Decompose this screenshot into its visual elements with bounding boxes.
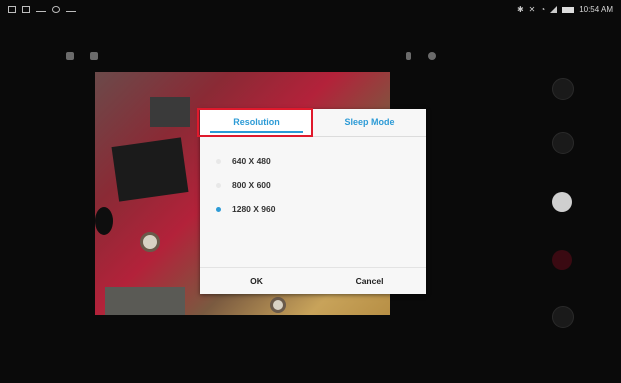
preview-connector <box>105 287 185 315</box>
sd-card-icon <box>22 6 30 13</box>
mic-icon[interactable] <box>406 52 411 60</box>
dialog-button-row: OK Cancel <box>200 267 426 295</box>
preview-pad <box>270 297 286 313</box>
resolution-options: 640 X 480 800 X 600 1280 X 960 <box>200 149 426 221</box>
settings-button[interactable] <box>552 306 574 328</box>
resolution-option-1280x960[interactable]: 1280 X 960 <box>200 197 426 221</box>
cast-icon <box>36 10 46 12</box>
bluetooth-icon: ✱ <box>516 5 524 14</box>
status-left-icons <box>8 6 76 13</box>
radio-indicator[interactable] <box>216 158 221 164</box>
battery-icon <box>562 6 575 13</box>
option-label: 800 X 600 <box>232 180 271 190</box>
tab-icon[interactable] <box>90 52 98 60</box>
resolution-option-800x600[interactable]: 800 X 600 <box>200 173 426 197</box>
shutter-button[interactable] <box>552 192 572 212</box>
option-label: 1280 X 960 <box>232 204 276 214</box>
camera-icon[interactable] <box>66 52 74 60</box>
signal-icon <box>550 6 558 13</box>
gear-icon[interactable] <box>428 52 436 60</box>
clock: 10:54 AM <box>579 5 613 14</box>
radio-indicator[interactable] <box>216 182 221 188</box>
mute-icon: ✕ <box>528 5 536 14</box>
camera-side-panel <box>540 70 584 330</box>
preview-component <box>150 97 190 127</box>
screenshot-icon <box>8 6 16 13</box>
annotation-highlight <box>197 108 313 137</box>
minus-icon <box>66 10 76 12</box>
cancel-button[interactable]: Cancel <box>313 268 426 295</box>
timer-button[interactable] <box>552 78 574 100</box>
gallery-button[interactable] <box>552 132 574 154</box>
status-right-icons: ✱ ✕ ◔ 10:54 AM <box>517 5 613 14</box>
preview-pad <box>140 232 160 252</box>
resolution-option-640x480[interactable]: 640 X 480 <box>200 149 426 173</box>
status-bar: ✱ ✕ ◔ 10:54 AM <box>0 0 621 22</box>
option-label: 640 X 480 <box>232 156 271 166</box>
settings-icon <box>52 6 60 13</box>
radio-indicator-selected[interactable] <box>216 206 221 212</box>
preview-shadow <box>95 207 113 235</box>
device-screen: ✱ ✕ ◔ 10:54 AM Resolution Sleep Mode 640… <box>0 0 621 383</box>
preview-chip <box>111 137 189 202</box>
wifi-icon: ◔ <box>540 5 546 14</box>
camera-top-bar <box>60 50 440 66</box>
ok-button[interactable]: OK <box>200 268 313 295</box>
tab-sleep-mode[interactable]: Sleep Mode <box>313 109 426 136</box>
record-button[interactable] <box>552 250 572 270</box>
